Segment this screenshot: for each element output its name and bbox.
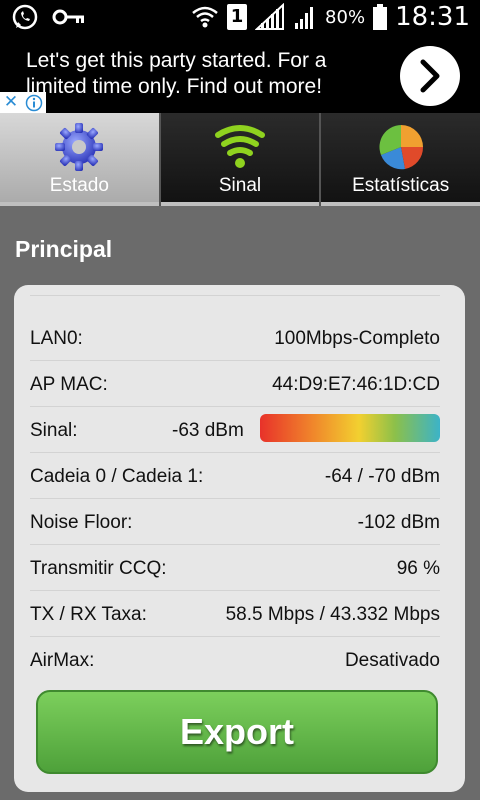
row-value: 58.5 Mbps / 43.332 Mbps bbox=[225, 604, 440, 625]
row-label: AirMax: bbox=[30, 650, 95, 671]
row-lan0: LAN0: 100Mbps-Completo bbox=[30, 320, 440, 361]
chevron-right-icon bbox=[420, 59, 440, 93]
tab-estado[interactable]: Estado bbox=[0, 113, 161, 206]
row-sinal: Sinal: -63 dBm bbox=[30, 412, 440, 453]
ad-info-button[interactable] bbox=[22, 92, 46, 113]
signal-icon-2 bbox=[295, 7, 314, 29]
row-tx-rx: TX / RX Taxa: 58.5 Mbps / 43.332 Mbps bbox=[30, 596, 440, 637]
export-button[interactable]: Export bbox=[36, 690, 438, 774]
tab-estatisticas[interactable]: Estatísticas bbox=[321, 113, 480, 206]
status-bar: 1 80% 18:31 bbox=[0, 0, 480, 38]
whatsapp-icon bbox=[12, 4, 38, 30]
ad-close-button[interactable]: ✕ bbox=[0, 92, 22, 113]
ad-text[interactable]: Let's get this party started. For a limi… bbox=[26, 48, 386, 100]
row-value: -102 dBm bbox=[357, 512, 440, 533]
signal-icon bbox=[255, 3, 285, 30]
row-noise-floor: Noise Floor: -102 dBm bbox=[30, 504, 440, 545]
row-label: Sinal: bbox=[30, 420, 78, 441]
row-value: -64 / -70 dBm bbox=[324, 466, 440, 487]
row-cadeia: Cadeia 0 / Cadeia 1: -64 / -70 dBm bbox=[30, 458, 440, 499]
partial-row bbox=[30, 285, 440, 296]
tab-label: Estatísticas bbox=[352, 175, 450, 196]
row-label: LAN0: bbox=[30, 328, 83, 349]
status-card[interactable]: LAN0: 100Mbps-Completo AP MAC: 44:D9:E7:… bbox=[14, 285, 465, 792]
row-value: Desativado bbox=[344, 650, 440, 671]
battery-icon bbox=[373, 4, 388, 30]
battery-percent: 80% bbox=[325, 6, 366, 28]
tab-label: Sinal bbox=[218, 175, 262, 196]
row-label: AP MAC: bbox=[30, 374, 108, 395]
key-icon bbox=[52, 9, 84, 25]
ad-banner[interactable]: Let's get this party started. For a limi… bbox=[0, 38, 480, 113]
row-ap-mac: AP MAC: 44:D9:E7:46:1D:CD bbox=[30, 366, 440, 407]
tab-label: Estado bbox=[49, 175, 109, 196]
row-value: 44:D9:E7:46:1D:CD bbox=[272, 374, 440, 395]
section-title: Principal bbox=[15, 236, 113, 262]
row-label: Cadeia 0 / Cadeia 1: bbox=[30, 466, 204, 487]
tab-sinal[interactable]: Sinal bbox=[160, 113, 322, 206]
row-value: 100Mbps-Completo bbox=[274, 328, 440, 349]
tab-underline bbox=[160, 202, 320, 206]
row-label: Noise Floor: bbox=[30, 512, 133, 533]
row-value: -63 dBm bbox=[172, 420, 244, 441]
signal-strength-bar bbox=[260, 414, 440, 442]
wifi-signal-icon bbox=[215, 125, 265, 168]
tab-underline bbox=[0, 202, 159, 206]
pie-chart-icon bbox=[379, 125, 423, 170]
row-label: TX / RX Taxa: bbox=[30, 604, 147, 625]
ad-open-button[interactable] bbox=[400, 46, 460, 106]
info-icon bbox=[25, 94, 43, 111]
clock: 18:31 bbox=[395, 2, 470, 32]
row-value: 96 % bbox=[396, 558, 440, 579]
row-label: Transmitir CCQ: bbox=[30, 558, 167, 579]
sim-icon: 1 bbox=[227, 4, 248, 30]
tab-underline bbox=[321, 202, 480, 206]
tab-bar: Estado Sinal Estatísticas bbox=[0, 113, 480, 206]
row-ccq: Transmitir CCQ: 96 % bbox=[30, 550, 440, 591]
gear-icon bbox=[55, 123, 104, 171]
export-button-label: Export bbox=[179, 711, 294, 752]
row-airmax: AirMax: Desativado bbox=[30, 642, 440, 682]
wifi-icon bbox=[192, 6, 218, 28]
